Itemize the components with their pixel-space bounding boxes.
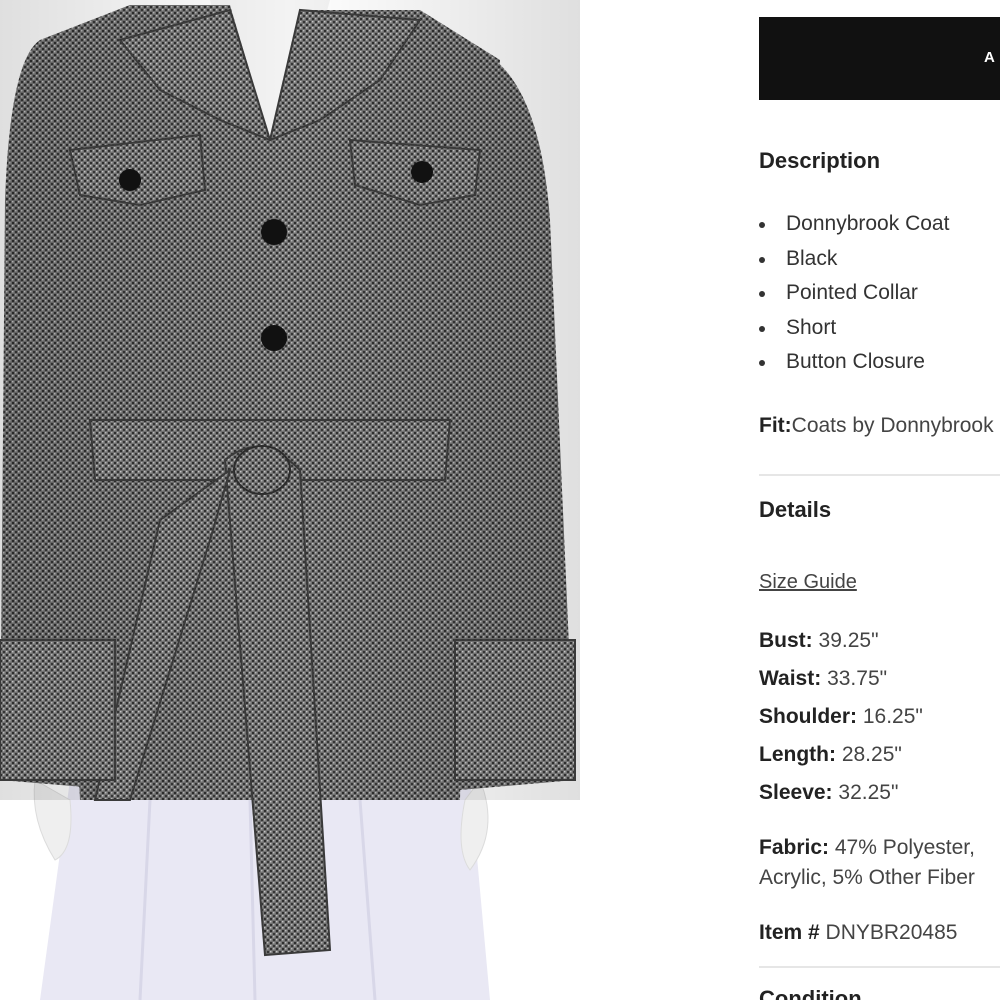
bullet-icon bbox=[759, 291, 765, 297]
fit-value: Coats by Donnybrook bbox=[791, 414, 994, 437]
list-item: Short bbox=[759, 311, 949, 346]
list-item: Button Closure bbox=[759, 345, 949, 380]
description-list: Donnybrook Coat Black Pointed Collar Sho… bbox=[759, 207, 949, 380]
size-guide-link[interactable]: Size Guide bbox=[759, 571, 857, 594]
fit-row: Fit:Coats by Donnybrook bbox=[759, 414, 994, 438]
condition-heading: Condition bbox=[759, 986, 862, 1000]
button bbox=[119, 169, 141, 191]
bullet-icon bbox=[759, 222, 765, 228]
product-image[interactable] bbox=[0, 0, 700, 1000]
add-to-bag-button[interactable]: A bbox=[759, 17, 1000, 100]
measurement-row: Shoulder: 16.25" bbox=[759, 705, 923, 728]
fabric-row-continued: Acrylic, 5% Other Fiber bbox=[759, 866, 975, 889]
divider bbox=[759, 966, 1000, 968]
belt-knot bbox=[233, 445, 291, 495]
list-item: Pointed Collar bbox=[759, 276, 949, 311]
coat-photo bbox=[0, 0, 580, 1000]
details-heading: Details bbox=[759, 497, 832, 522]
item-number-row: Item # DNYBR20485 bbox=[759, 921, 958, 944]
bullet-icon bbox=[759, 325, 765, 332]
measurement-row: Sleeve: 32.25" bbox=[759, 781, 899, 804]
list-item: Black bbox=[759, 242, 949, 277]
measurement-row: Length: 28.25" bbox=[759, 743, 902, 766]
button bbox=[261, 219, 287, 245]
fabric-row: Fabric: 47% Polyester, bbox=[759, 836, 975, 859]
description-heading: Description bbox=[759, 148, 881, 173]
fit-label: Fit: bbox=[759, 414, 792, 437]
button bbox=[261, 325, 287, 351]
product-info-panel: A Description Donnybrook Coat Black Poin… bbox=[759, 0, 1000, 1000]
divider bbox=[759, 474, 1000, 476]
measurement-row: Waist: 33.75" bbox=[759, 667, 888, 690]
add-to-bag-label: A bbox=[984, 49, 997, 66]
measurement-row: Bust: 39.25" bbox=[759, 629, 879, 652]
button bbox=[411, 161, 433, 183]
bullet-icon bbox=[759, 256, 765, 263]
bullet-icon bbox=[759, 360, 765, 366]
list-item: Donnybrook Coat bbox=[759, 207, 949, 242]
